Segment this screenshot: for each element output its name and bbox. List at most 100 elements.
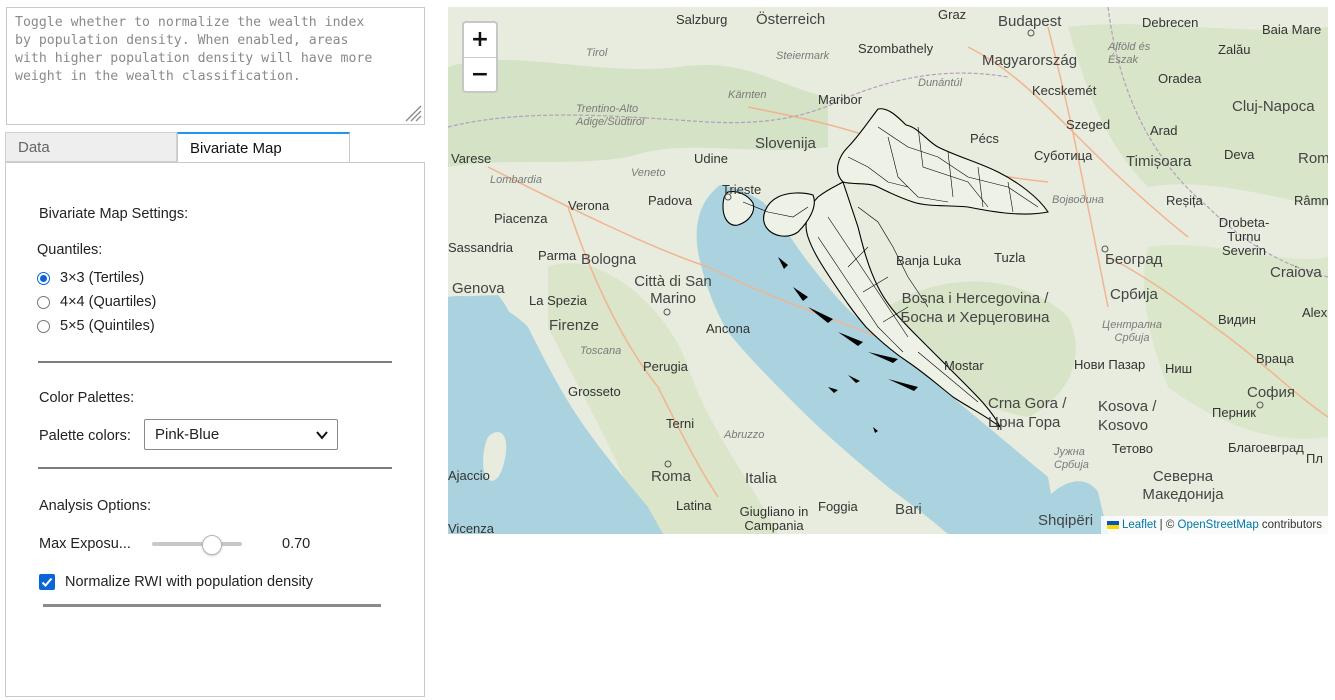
map-label: Trentino-Alto Adige/Südtirol [576, 103, 645, 128]
map-label: Drobeta-Turnu Severin [1218, 215, 1270, 258]
map-label: Alex [1302, 305, 1328, 320]
checkmark-icon [41, 577, 53, 587]
map-label: Città di San Marino [634, 273, 712, 307]
map-label: Bosna i Hercegovina / Босна и Херцеговин… [900, 290, 1050, 326]
normalize-label: Normalize RWI with population density [65, 574, 313, 590]
map-label: Перник [1212, 405, 1256, 420]
max-exposure-slider-track[interactable] [152, 542, 242, 546]
map-label: Crna Gora / Црна Гора [988, 395, 1067, 431]
map-label: Salzburg [676, 12, 728, 27]
osm-link[interactable]: OpenStreetMap [1178, 519, 1259, 531]
max-exposure-slider-thumb[interactable] [202, 535, 222, 555]
radio-quintiles[interactable]: 5×5 (Quintiles) [37, 316, 155, 336]
zoom-control: + − [462, 21, 498, 93]
map-label: Budapest [998, 13, 1062, 30]
map-label: Pécs [970, 131, 999, 146]
map-label: Banja Luka [896, 253, 962, 268]
map-label: Piacenza [494, 211, 548, 226]
map-label: Dunántúl [918, 77, 963, 89]
map-label: Централна Србија [1102, 319, 1162, 344]
palettes-heading: Color Palettes: [39, 390, 135, 406]
normalize-checkbox[interactable] [39, 574, 55, 590]
map-label: Ajaccio [448, 468, 490, 483]
map-label: Србија [1110, 286, 1158, 303]
radio-tertiles-label: 3×3 (Tertiles) [60, 270, 145, 286]
map-label: Tuzla [994, 250, 1026, 265]
quantiles-label: Quantiles: [37, 242, 103, 258]
help-textarea[interactable]: Toggle whether to normalize the wealth i… [6, 7, 425, 125]
map-label: Veneto [631, 167, 666, 179]
map-label: Magyarország [982, 52, 1078, 69]
radio-tertiles[interactable]: 3×3 (Tertiles) [37, 268, 144, 288]
radio-quintiles-label: 5×5 (Quintiles) [60, 318, 155, 334]
map-label: Giugliano in Campania [739, 504, 809, 533]
map-label: Grosseto [568, 384, 621, 399]
radio-unselected-icon[interactable] [37, 295, 50, 309]
chevron-down-icon [316, 431, 328, 440]
map-label: Österreich [756, 11, 826, 28]
bivariate-settings-panel: Bivariate Map Settings: Quantiles: 3×3 (… [5, 162, 425, 697]
map-label: Oradea [1158, 71, 1202, 86]
map-label: Ниш [1165, 361, 1193, 376]
map-label: Благоевград [1228, 440, 1304, 455]
map-label: Graz [938, 7, 967, 22]
tab-bar: Data Bivariate Map [5, 132, 425, 163]
map-label: Craiova [1270, 264, 1322, 281]
help-text: Toggle whether to normalize the wealth i… [15, 15, 373, 84]
map-label: Râmn [1294, 193, 1328, 208]
ukraine-flag-icon [1106, 521, 1119, 529]
map-label: Војводина [1052, 194, 1104, 206]
radio-selected-icon[interactable] [37, 271, 50, 285]
map-label: Perugia [643, 359, 688, 374]
attribution-suffix: contributors [1258, 519, 1322, 531]
map-label: Тетово [1112, 441, 1154, 456]
map-label: Româ [1298, 150, 1328, 167]
map-label: Italia [745, 470, 777, 487]
map-label: Deva [1224, 147, 1255, 162]
map-label: Padova [648, 193, 693, 208]
map-label: Kärnten [728, 89, 767, 101]
radio-quartiles-label: 4×4 (Quartiles) [60, 294, 157, 310]
tab-bivariate-map[interactable]: Bivariate Map [177, 132, 350, 163]
map-label: Verona [568, 198, 610, 213]
resize-grip-icon[interactable] [402, 102, 422, 122]
map-label: Debrecen [1142, 15, 1199, 30]
map-label: Steiermark [776, 50, 830, 62]
map-label: Parma [538, 248, 577, 263]
map-label: Видин [1218, 312, 1256, 327]
map-label: Genova [452, 280, 505, 297]
settings-heading: Bivariate Map Settings: [39, 206, 189, 222]
radio-unselected-icon[interactable] [37, 319, 50, 333]
map-label: Kecskemét [1032, 83, 1097, 98]
map-label: Alföld és Észak [1108, 41, 1151, 66]
map-label: Trieste [722, 182, 762, 197]
map-label: Враца [1256, 351, 1294, 366]
analysis-heading: Analysis Options: [39, 498, 152, 514]
map-label: Mostar [944, 358, 984, 373]
radio-quartiles[interactable]: 4×4 (Quartiles) [37, 292, 156, 312]
map-label: Varese [451, 151, 492, 166]
divider [38, 467, 392, 469]
max-exposure-value: 0.70 [282, 536, 311, 552]
map-label: Roma [651, 468, 692, 485]
map-label: Sassandria [448, 240, 514, 255]
map-label: Јужна Србија [1054, 446, 1089, 471]
map-view[interactable]: Salzburg Österreich Graz Budapest Debrec… [448, 7, 1328, 534]
palette-select[interactable]: Pink-Blue [144, 419, 338, 450]
map-label: Foggia [818, 499, 858, 514]
tab-data[interactable]: Data [5, 132, 177, 162]
palette-label: Palette colors: [39, 428, 131, 444]
zoom-in-button[interactable]: + [464, 23, 496, 57]
palette-select-value: Pink-Blue [155, 426, 220, 443]
map-attribution: Leaflet | © OpenStreetMap contributors [1100, 516, 1328, 534]
leaflet-link[interactable]: Leaflet [1122, 519, 1157, 531]
map-label: Пл [1306, 451, 1323, 466]
map-label: Latina [676, 498, 712, 513]
map-label: Lombardia [490, 174, 542, 186]
map-label: Arad [1150, 123, 1178, 138]
zoom-out-button[interactable]: − [464, 57, 496, 92]
divider [43, 604, 381, 607]
map-label: Zalău [1218, 42, 1251, 57]
map-label: Firenze [549, 317, 600, 334]
map-label: Maribor [818, 92, 863, 107]
